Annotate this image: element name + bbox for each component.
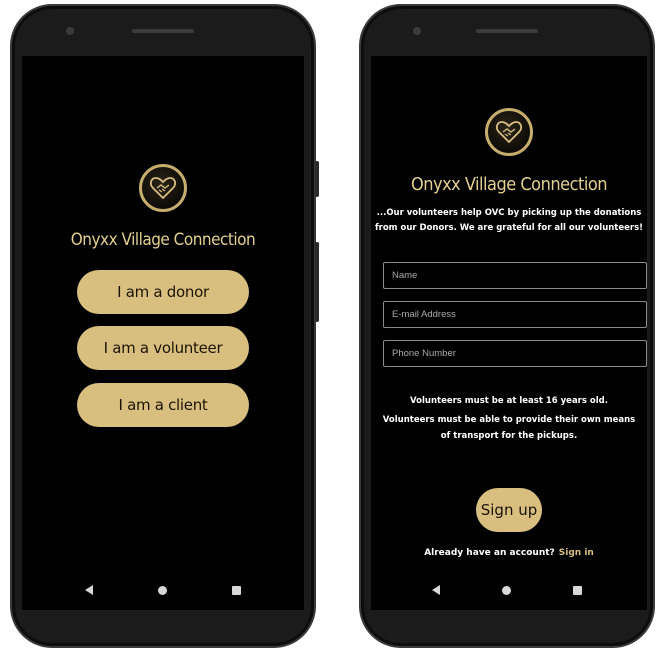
system-nav-bar [361,580,653,600]
donor-button[interactable]: I am a donor [77,270,249,314]
recent-square-icon[interactable] [232,585,242,595]
volunteer-requirements: Volunteers must be at least 16 years old… [371,392,647,446]
volume-button [315,242,319,322]
power-button [315,161,319,197]
heart-handshake-icon [485,108,533,156]
signin-row: Already have an account? Sign in [371,548,647,558]
phone-field[interactable]: Phone Number [383,340,647,367]
mockup-stage: Onyxx Village Connection I am a donor I … [0,0,656,652]
earpiece-speaker [476,29,538,33]
tagline-line-2: from our Donors. We are grateful for all… [374,223,644,233]
volunteer-tagline: ...Our volunteers help OVC by picking up… [371,206,647,236]
system-nav-bar [12,580,314,600]
front-camera [66,27,74,35]
earpiece-speaker [132,29,194,33]
client-button[interactable]: I am a client [77,383,249,427]
email-field[interactable]: E-mail Address [383,301,647,328]
recent-square-icon[interactable] [573,585,582,595]
welcome-screen: Onyxx Village Connection I am a donor I … [22,56,304,610]
app-title: Onyxx Village Connection [410,174,608,195]
notice-line-1: Volunteers must be at least 16 years old… [410,396,608,406]
signin-link[interactable]: Sign in [559,548,594,558]
phone-left: Onyxx Village Connection I am a donor I … [10,4,319,648]
front-camera [413,27,421,35]
volunteer-button[interactable]: I am a volunteer [77,326,249,370]
name-field[interactable]: Name [383,262,647,289]
tagline-line-1: ...Our volunteers help OVC by picking up… [376,208,642,218]
home-circle-icon[interactable] [157,585,167,595]
phone-right: Onyxx Village Connection ...Our voluntee… [359,4,655,648]
back-triangle-icon[interactable] [432,585,440,595]
back-triangle-icon[interactable] [84,585,93,595]
home-circle-icon[interactable] [502,585,511,595]
signup-button[interactable]: Sign up [476,488,542,532]
account-prompt: Already have an account? [424,548,555,558]
heart-handshake-icon [139,164,187,212]
volunteer-signup-screen: Onyxx Village Connection ...Our voluntee… [371,56,647,610]
app-title: Onyxx Village Connection [70,230,256,250]
